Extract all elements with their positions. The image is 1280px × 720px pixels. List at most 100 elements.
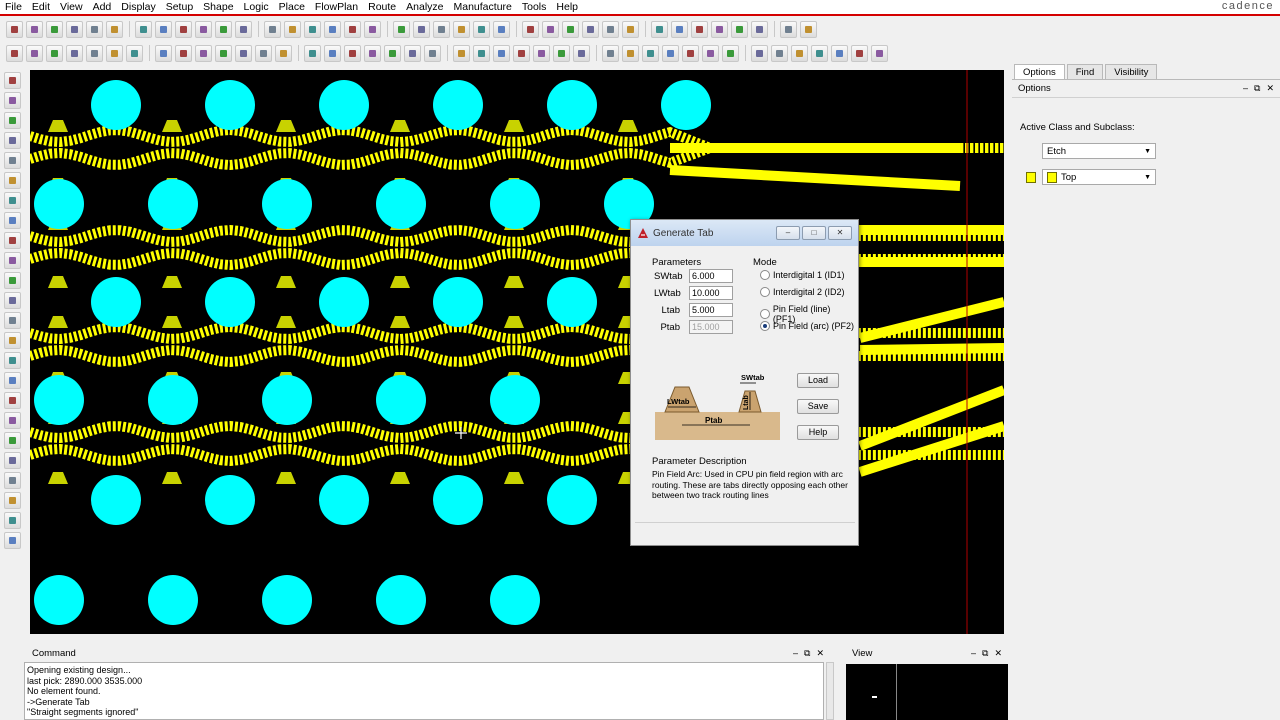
toolbar-tool-icon[interactable] [3, 72, 21, 89]
ltab-input[interactable]: 5.000 [689, 303, 733, 317]
toolbar-tool-icon[interactable] [562, 20, 579, 38]
toolbar-tool-icon[interactable] [682, 44, 699, 62]
toolbar-tool-icon[interactable] [66, 20, 83, 38]
toolbar-tool-icon[interactable] [3, 372, 21, 389]
toolbar-tool-icon[interactable] [533, 44, 550, 62]
toolbar-tool-icon[interactable] [522, 20, 539, 38]
toolbar-tool-icon[interactable] [195, 44, 212, 62]
toolbar-tool-icon[interactable] [3, 452, 21, 469]
menu-tools[interactable]: Tools [517, 0, 552, 14]
menu-shape[interactable]: Shape [198, 0, 238, 14]
toolbar-tool-icon[interactable] [155, 20, 172, 38]
menu-manufacture[interactable]: Manufacture [449, 0, 517, 14]
toolbar-tool-icon[interactable] [3, 232, 21, 249]
toolbar-tool-icon[interactable] [384, 44, 401, 62]
toolbar-tool-icon[interactable] [3, 132, 21, 149]
toolbar-tool-icon[interactable] [622, 44, 639, 62]
toolbar-tool-icon[interactable] [86, 20, 103, 38]
mode-pf2-radio[interactable]: Pin Field (arc) (PF2) [760, 321, 854, 331]
toolbar-tool-icon[interactable] [731, 20, 748, 38]
toolbar-tool-icon[interactable] [851, 44, 868, 62]
toolbar-tool-icon[interactable] [393, 20, 410, 38]
toolbar-tool-icon[interactable] [711, 20, 728, 38]
toolbar-tool-icon[interactable] [780, 20, 797, 38]
menu-flowplan[interactable]: FlowPlan [310, 0, 363, 14]
toolbar-tool-icon[interactable] [722, 44, 739, 62]
layer-color-swatch[interactable] [1026, 172, 1036, 183]
toolbar-tool-icon[interactable] [135, 20, 152, 38]
tab-options[interactable]: Options [1014, 64, 1065, 79]
toolbar-tool-icon[interactable] [304, 44, 321, 62]
toolbar-tool-icon[interactable] [106, 44, 123, 62]
toolbar-tool-icon[interactable] [3, 172, 21, 189]
toolbar-tool-icon[interactable] [3, 112, 21, 129]
menu-help[interactable]: Help [551, 0, 583, 14]
toolbar-tool-icon[interactable] [3, 532, 21, 549]
toolbar-tool-icon[interactable] [175, 20, 192, 38]
toolbar-tool-icon[interactable] [3, 492, 21, 509]
menu-analyze[interactable]: Analyze [401, 0, 448, 14]
toolbar-tool-icon[interactable] [106, 20, 123, 38]
toolbar-tool-icon[interactable] [255, 44, 272, 62]
toolbar-tool-icon[interactable] [751, 20, 768, 38]
toolbar-tool-icon[interactable] [553, 44, 570, 62]
toolbar-tool-icon[interactable] [26, 44, 43, 62]
toolbar-tool-icon[interactable] [66, 44, 83, 62]
toolbar-tool-icon[interactable] [413, 20, 430, 38]
toolbar-tool-icon[interactable] [3, 292, 21, 309]
restore-icon[interactable]: ⧉ [804, 648, 810, 659]
toolbar-tool-icon[interactable] [6, 44, 23, 62]
toolbar-tool-icon[interactable] [662, 44, 679, 62]
toolbar-tool-icon[interactable] [3, 412, 21, 429]
toolbar-tool-icon[interactable] [86, 44, 103, 62]
toolbar-tool-icon[interactable] [6, 20, 23, 38]
toolbar-tool-icon[interactable] [324, 44, 341, 62]
toolbar-tool-icon[interactable] [3, 472, 21, 489]
minimize-icon[interactable]: – [971, 648, 976, 659]
close-icon[interactable]: ✕ [1266, 83, 1274, 94]
command-log[interactable]: Opening existing design... last pick: 28… [24, 662, 824, 720]
toolbar-tool-icon[interactable] [771, 44, 788, 62]
toolbar-tool-icon[interactable] [155, 44, 172, 62]
minimize-button[interactable]: – [776, 226, 800, 240]
mode-id1-radio[interactable]: Interdigital 1 (ID1) [760, 270, 845, 280]
toolbar-tool-icon[interactable] [473, 20, 490, 38]
save-button[interactable]: Save [797, 399, 839, 414]
toolbar-tool-icon[interactable] [404, 44, 421, 62]
command-scrollbar[interactable] [826, 662, 834, 720]
toolbar-tool-icon[interactable] [582, 20, 599, 38]
minimize-icon[interactable]: – [793, 648, 798, 659]
toolbar-tool-icon[interactable] [811, 44, 828, 62]
dialog-title-bar[interactable]: Generate Tab – □ ✕ [631, 220, 858, 246]
toolbar-tool-icon[interactable] [3, 252, 21, 269]
toolbar-tool-icon[interactable] [493, 44, 510, 62]
menu-add[interactable]: Add [88, 0, 117, 14]
load-button[interactable]: Load [797, 373, 839, 388]
close-button[interactable]: ✕ [828, 226, 852, 240]
toolbar-tool-icon[interactable] [433, 20, 450, 38]
toolbar-tool-icon[interactable] [235, 44, 252, 62]
toolbar-tool-icon[interactable] [175, 44, 192, 62]
toolbar-tool-icon[interactable] [622, 20, 639, 38]
toolbar-tool-icon[interactable] [304, 20, 321, 38]
toolbar-tool-icon[interactable] [364, 20, 381, 38]
toolbar-tool-icon[interactable] [3, 332, 21, 349]
toolbar-tool-icon[interactable] [513, 44, 530, 62]
toolbar-tool-icon[interactable] [3, 212, 21, 229]
toolbar-tool-icon[interactable] [26, 20, 43, 38]
toolbar-tool-icon[interactable] [215, 20, 232, 38]
maximize-button[interactable]: □ [802, 226, 826, 240]
toolbar-tool-icon[interactable] [195, 20, 212, 38]
restore-icon[interactable]: ⧉ [1254, 83, 1260, 94]
menu-edit[interactable]: Edit [27, 0, 55, 14]
menu-display[interactable]: Display [116, 0, 160, 14]
menu-setup[interactable]: Setup [161, 0, 198, 14]
toolbar-tool-icon[interactable] [3, 272, 21, 289]
toolbar-tool-icon[interactable] [46, 44, 63, 62]
subclass-select[interactable]: Top ▼ [1042, 169, 1156, 185]
toolbar-tool-icon[interactable] [3, 512, 21, 529]
toolbar-tool-icon[interactable] [324, 20, 341, 38]
toolbar-tool-icon[interactable] [871, 44, 888, 62]
toolbar-tool-icon[interactable] [453, 20, 470, 38]
mode-id2-radio[interactable]: Interdigital 2 (ID2) [760, 287, 845, 297]
